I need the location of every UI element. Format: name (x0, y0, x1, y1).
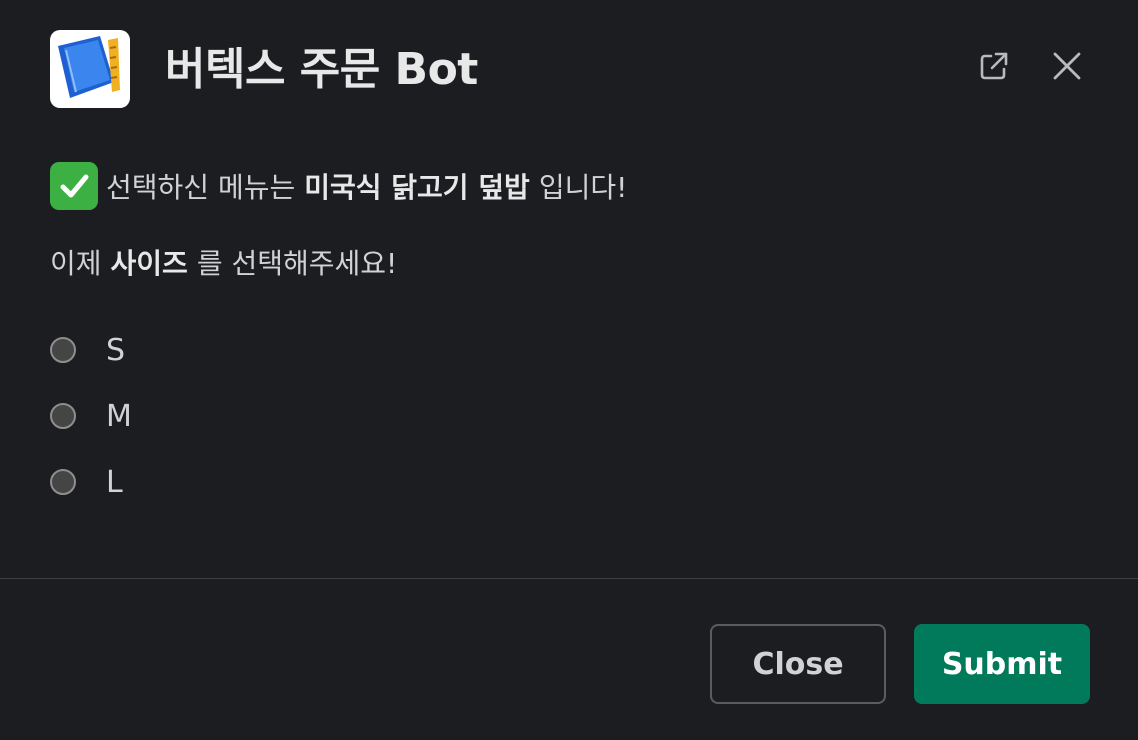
size-option-m[interactable]: M (50, 394, 350, 438)
size-option-label: L (106, 464, 123, 500)
prompt-suffix: 를 선택해주세요! (196, 247, 398, 280)
prompt-prefix: 이제 (50, 247, 102, 280)
modal-title: 버텍스 주문 Bot (165, 44, 478, 95)
message-prefix: 선택하신 메뉴는 (106, 171, 296, 204)
close-dialog-button[interactable] (1047, 48, 1087, 88)
close-icon (1052, 51, 1082, 85)
close-button[interactable]: Close (710, 624, 886, 704)
size-option-label: M (106, 398, 132, 434)
app-icon (50, 30, 130, 108)
open-external-button[interactable] (974, 48, 1014, 88)
selected-menu-message: 선택하신 메뉴는 미국식 닭고기 덮밥 입니다! (50, 162, 627, 210)
radio-button[interactable] (50, 469, 76, 495)
size-option-s[interactable]: S (50, 328, 350, 372)
selected-menu-name: 미국식 닭고기 덮밥 (304, 171, 530, 204)
footer-divider (0, 578, 1138, 579)
radio-button[interactable] (50, 337, 76, 363)
size-option-label: S (106, 332, 126, 368)
modal-dialog: 버텍스 주문 Bot 선택하신 메뉴는 미국식 닭고기 덮밥 입니다! 이제 사… (0, 0, 1138, 740)
external-link-icon (977, 49, 1011, 87)
size-prompt: 이제 사이즈 를 선택해주세요! (50, 240, 397, 284)
message-suffix: 입니다! (538, 171, 628, 204)
submit-button[interactable]: Submit (914, 624, 1090, 704)
check-mark-button-icon (50, 162, 98, 210)
prompt-field: 사이즈 (110, 247, 188, 280)
radio-button[interactable] (50, 403, 76, 429)
modal-header: 버텍스 주문 Bot (0, 0, 1138, 140)
size-option-l[interactable]: L (50, 460, 350, 504)
